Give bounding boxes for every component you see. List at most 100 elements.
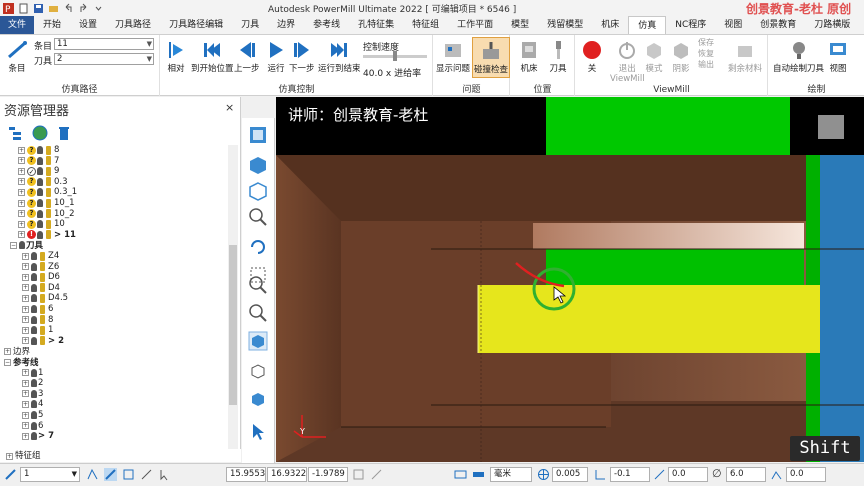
- bulb-icon[interactable]: [37, 220, 43, 229]
- item-button[interactable]: 条目: [6, 39, 28, 74]
- exit-viewmill-button[interactable]: 退出 ViewMill: [610, 39, 645, 84]
- bulb-icon[interactable]: [31, 421, 37, 430]
- feature-group-row[interactable]: + 特征组: [0, 449, 241, 462]
- tab-6[interactable]: 边界: [268, 16, 304, 34]
- tab-10[interactable]: 工作平面: [448, 16, 502, 34]
- save-icon[interactable]: [33, 3, 44, 14]
- bulb-icon[interactable]: [31, 315, 37, 324]
- tree-view-icon[interactable]: [8, 125, 24, 141]
- expand-icon[interactable]: +: [18, 167, 25, 175]
- run-to-end-button[interactable]: 运行到结束: [318, 39, 361, 74]
- diameter-field[interactable]: 6.0: [726, 467, 766, 482]
- axial-offset-field[interactable]: 0.0: [668, 467, 708, 482]
- bulb-icon[interactable]: [31, 326, 37, 335]
- tab-12[interactable]: 残留模型: [538, 16, 592, 34]
- expand-icon[interactable]: +: [18, 178, 25, 186]
- tab-13[interactable]: 机床: [592, 16, 628, 34]
- tab-14[interactable]: 仿真: [628, 16, 667, 34]
- tool-select[interactable]: 2 ▼: [54, 53, 154, 65]
- rotate-icon[interactable]: [247, 236, 269, 258]
- tab-1[interactable]: 开始: [34, 16, 70, 34]
- tolerance-icon[interactable]: [537, 468, 550, 481]
- restore-state-button[interactable]: 恢复: [698, 48, 714, 59]
- tree-scrollbar[interactable]: [228, 145, 238, 458]
- expand-icon[interactable]: +: [18, 146, 25, 154]
- expand-icon[interactable]: +: [22, 273, 29, 281]
- redo-icon[interactable]: [78, 3, 89, 14]
- expand-icon[interactable]: +: [22, 337, 29, 345]
- shade-button[interactable]: 阴影: [670, 39, 692, 74]
- expand-icon[interactable]: +: [18, 231, 25, 239]
- coord-x-field[interactable]: 15.9553: [226, 467, 266, 482]
- tab-0[interactable]: 文件: [0, 16, 35, 34]
- toolpath-item[interactable]: +? 7: [18, 156, 59, 166]
- expand-icon[interactable]: +: [22, 400, 29, 408]
- view-button[interactable]: 视图: [827, 39, 849, 74]
- tab-5[interactable]: 刀具: [232, 16, 268, 34]
- zoom-in-icon[interactable]: [247, 274, 269, 296]
- tab-18[interactable]: 刀路横版: [805, 16, 859, 34]
- bulb-icon[interactable]: [37, 177, 43, 186]
- measure-icon[interactable]: [140, 468, 153, 481]
- save-state-button[interactable]: 保存: [698, 37, 714, 48]
- bulb-icon[interactable]: [31, 262, 37, 271]
- expand-icon[interactable]: +: [22, 422, 29, 430]
- coord-y-field[interactable]: 16.9322: [267, 467, 307, 482]
- tool-item[interactable]: + > 2: [22, 336, 64, 346]
- graphics-viewport[interactable]: 讲师：创景教育-老杜 Y Shift: [276, 97, 864, 462]
- globe-icon[interactable]: [32, 125, 48, 141]
- relative-button[interactable]: 相对: [165, 39, 187, 74]
- bulb-icon[interactable]: [31, 273, 37, 282]
- new-file-icon[interactable]: [18, 3, 29, 14]
- tool-item[interactable]: + Z4: [22, 251, 59, 261]
- view-cube-widget[interactable]: [818, 115, 844, 139]
- bulb-icon[interactable]: [31, 432, 37, 441]
- view-front-icon[interactable]: [247, 124, 269, 146]
- expand-icon[interactable]: +: [22, 305, 29, 313]
- expand-icon[interactable]: +: [18, 188, 25, 196]
- viewmill-off-button[interactable]: 关: [581, 39, 603, 74]
- bulb-icon[interactable]: [31, 400, 37, 409]
- wireframe-view-icon[interactable]: [247, 360, 269, 382]
- tool-item[interactable]: + D6: [22, 272, 60, 282]
- unit-icon[interactable]: [454, 468, 467, 481]
- refline-item[interactable]: +3: [22, 389, 43, 399]
- shaded-view-icon[interactable]: [247, 330, 269, 352]
- view-iso-icon[interactable]: [247, 154, 269, 176]
- toolpath-item[interactable]: +? 10_1: [18, 198, 74, 208]
- expand-icon[interactable]: +: [22, 326, 29, 334]
- axial-offset-icon[interactable]: [653, 468, 666, 481]
- refline-folder[interactable]: − 参考线: [4, 357, 39, 368]
- refline-item[interactable]: +2: [22, 378, 43, 388]
- show-issue-button[interactable]: 显示问题: [436, 39, 470, 74]
- speed-slider[interactable]: [363, 51, 427, 61]
- bulb-icon[interactable]: [37, 230, 43, 239]
- expand-icon[interactable]: +: [22, 263, 29, 271]
- toolpath-item[interactable]: +? 8: [18, 145, 59, 155]
- tab-7[interactable]: 参考线: [304, 16, 349, 34]
- tab-17[interactable]: 创景教育: [751, 16, 805, 34]
- expand-icon[interactable]: +: [22, 294, 29, 302]
- zoom-out-icon[interactable]: [247, 302, 269, 324]
- snap-icon[interactable]: [86, 468, 99, 481]
- bulb-icon[interactable]: [37, 167, 43, 176]
- bulb-icon[interactable]: [31, 336, 37, 345]
- toolpath-item[interactable]: + ✓ 9: [18, 166, 59, 176]
- expand-icon[interactable]: +: [22, 379, 29, 387]
- expand-icon[interactable]: +: [22, 390, 29, 398]
- collapse-icon[interactable]: −: [4, 358, 11, 366]
- expand-icon[interactable]: +: [6, 453, 13, 460]
- bulb-icon[interactable]: [31, 305, 37, 313]
- toolpath-item[interactable]: +? 10: [18, 219, 65, 229]
- to-start-button[interactable]: 到开始位置: [191, 39, 234, 74]
- step-field[interactable]: 0.0: [786, 467, 826, 482]
- workplane-icon[interactable]: [4, 468, 17, 481]
- tab-2[interactable]: 设置: [70, 16, 106, 34]
- bulb-icon[interactable]: [37, 209, 43, 218]
- remaining-material-button[interactable]: 剩余材料: [728, 39, 762, 74]
- ruler-icon[interactable]: [472, 468, 485, 481]
- tool-item[interactable]: + Z6: [22, 262, 59, 272]
- expand-icon[interactable]: +: [22, 369, 29, 377]
- tab-3[interactable]: 刀具路径: [106, 16, 160, 34]
- refline-item[interactable]: +6: [22, 421, 43, 431]
